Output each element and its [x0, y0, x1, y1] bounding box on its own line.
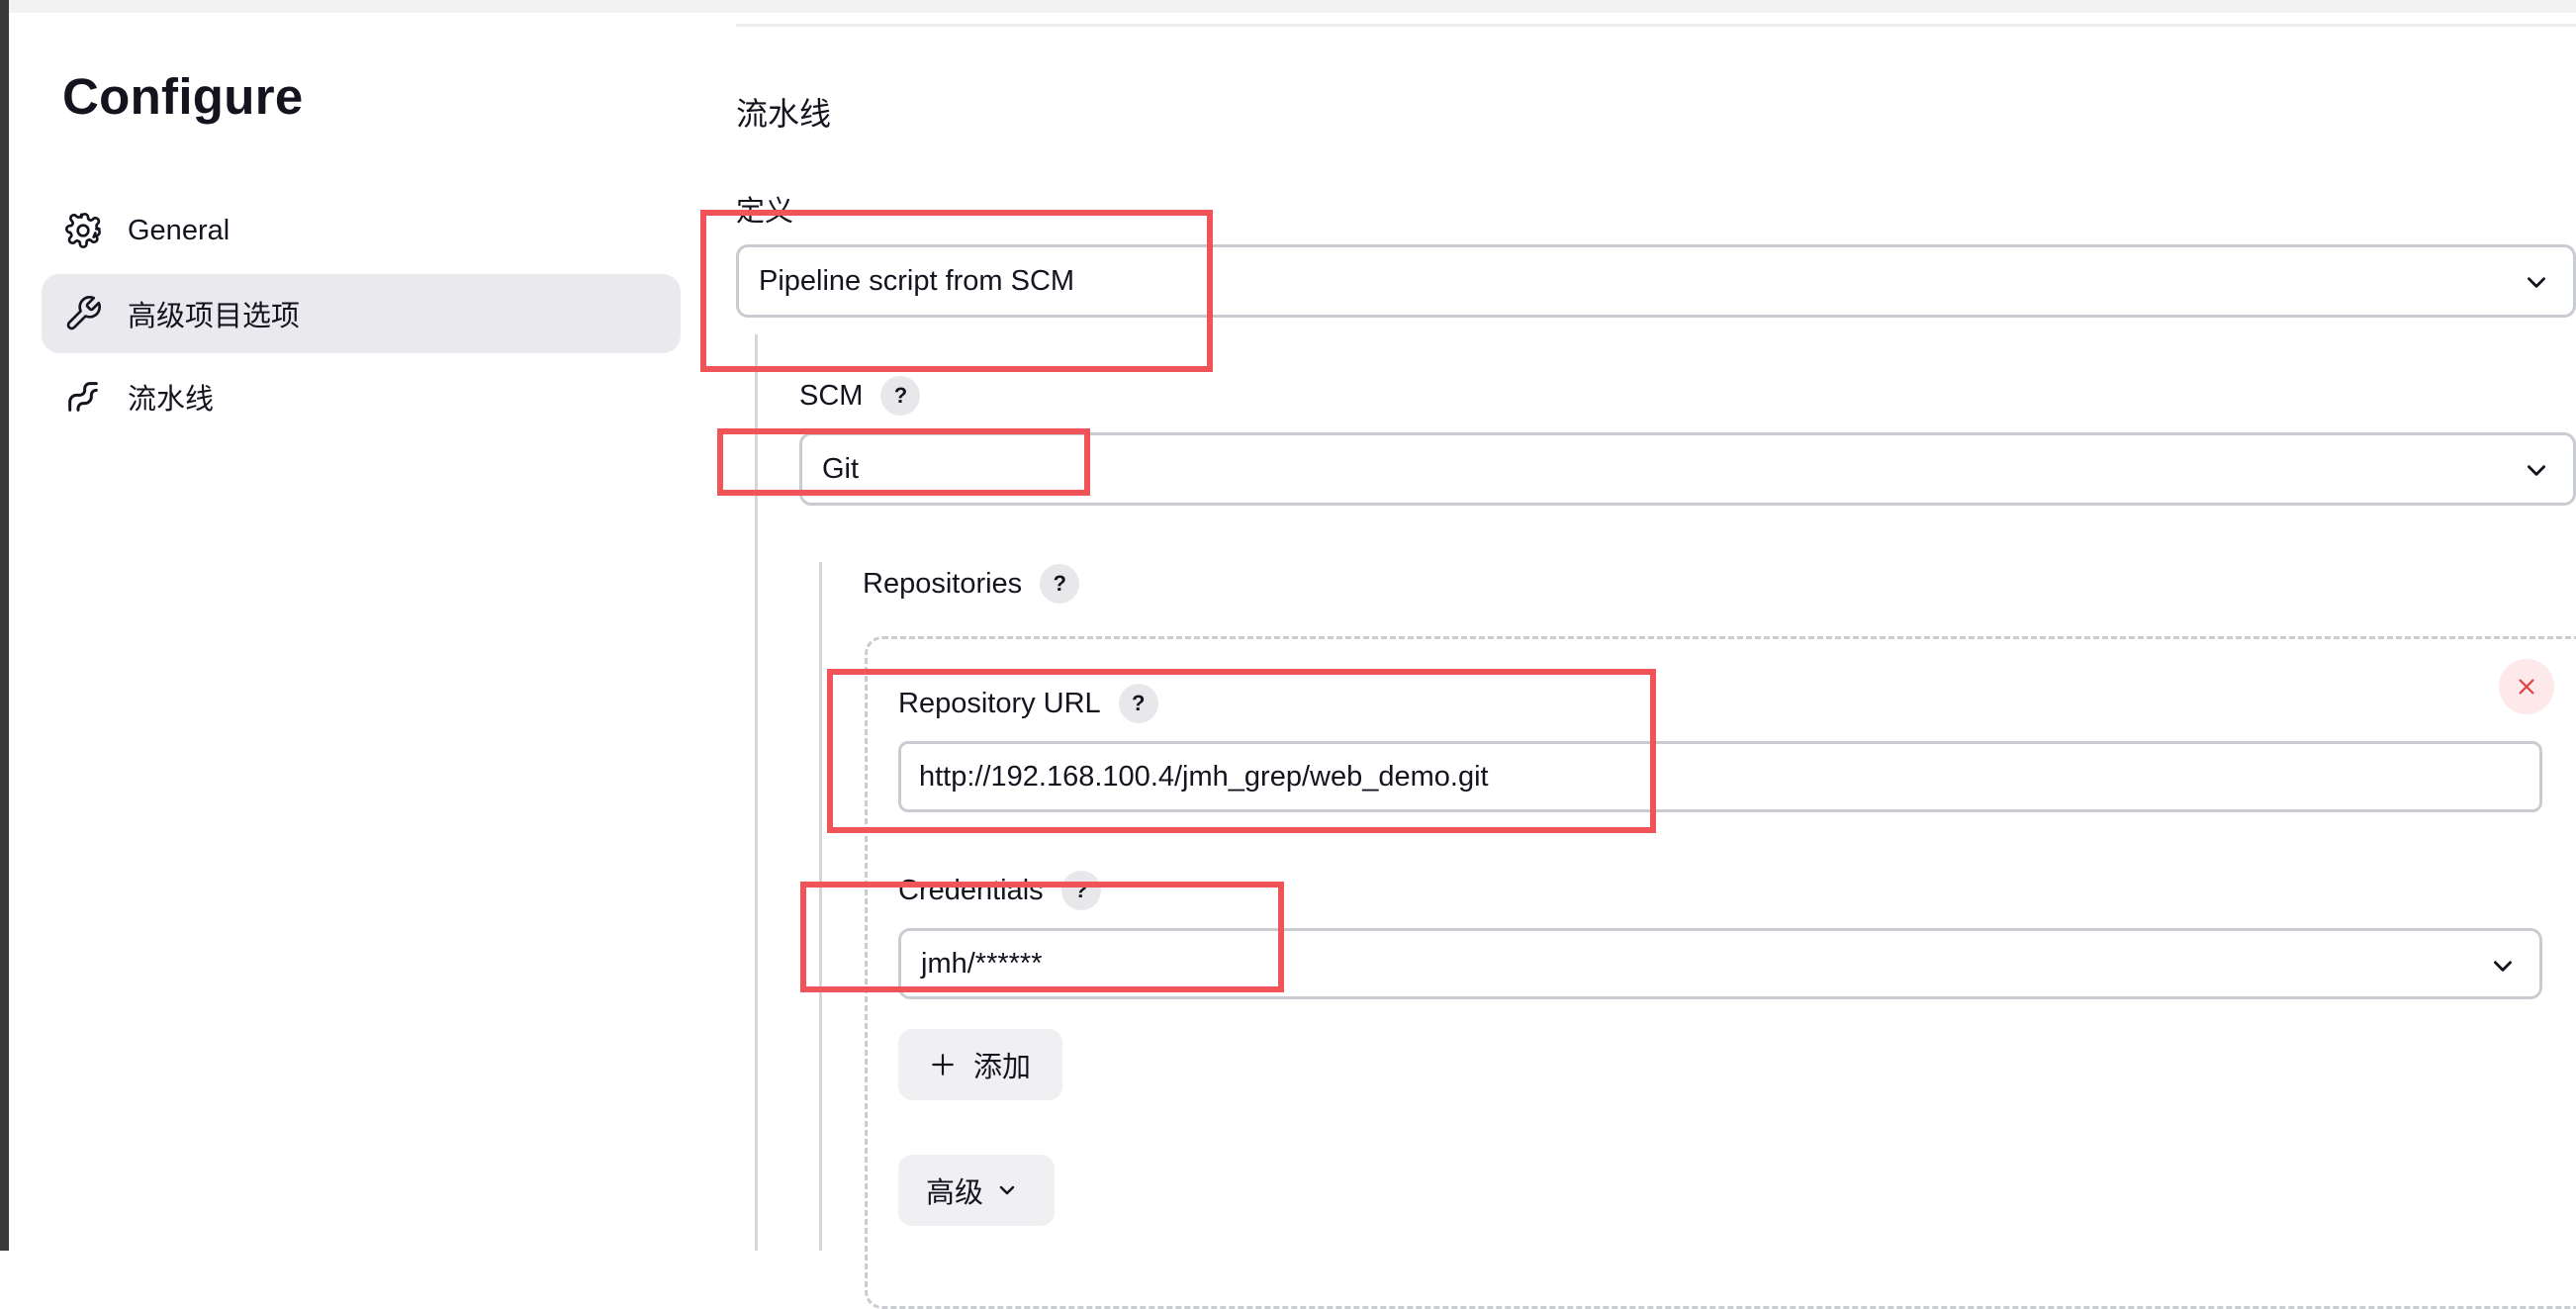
pipeline-icon — [68, 382, 98, 412]
scm-label: SCM ? — [799, 376, 921, 416]
add-credentials-button[interactable]: 添加 — [898, 1029, 1062, 1100]
close-icon — [2519, 679, 2534, 695]
repositories-label-text: Repositories — [863, 567, 1023, 600]
credentials-select-value: jmh/****** — [921, 947, 1043, 980]
sidebar-item-general[interactable]: General — [42, 191, 681, 270]
window-edge — [0, 0, 9, 1251]
credentials-label-text: Credentials — [898, 874, 1044, 906]
chevron-down-icon — [999, 1185, 1015, 1195]
scm-select-value: Git — [822, 452, 860, 485]
credentials-select[interactable]: jmh/****** — [898, 928, 2542, 999]
add-button-label: 添加 — [973, 1052, 1032, 1083]
top-bar — [9, 0, 2576, 13]
repository-url-input[interactable] — [898, 741, 2542, 812]
sidebar-item-label: 流水线 — [128, 384, 215, 416]
nested-guide-line — [755, 334, 758, 1251]
definition-label-text: 定义 — [736, 196, 794, 228]
page-title: Configure — [62, 68, 304, 125]
repository-url-label: Repository URL ? — [898, 684, 1158, 723]
repository-url-help-button[interactable]: ? — [1118, 684, 1158, 723]
advanced-button[interactable]: 高级 — [898, 1155, 1055, 1226]
repositories-help-button[interactable]: ? — [1040, 564, 1080, 604]
repositories-label: Repositories ? — [863, 564, 1080, 604]
plus-icon — [932, 1054, 954, 1075]
sidebar-item-pipeline[interactable]: 流水线 — [42, 357, 681, 436]
delete-repository-button[interactable] — [2499, 659, 2554, 714]
gear-icon — [65, 213, 101, 248]
sidebar-item-label: General — [128, 214, 230, 246]
divider — [736, 24, 2576, 27]
repository-url-label-text: Repository URL — [898, 687, 1101, 719]
nested-guide-line — [819, 562, 822, 1251]
chevron-down-icon — [2528, 465, 2545, 476]
scm-label-text: SCM — [799, 379, 864, 412]
definition-select-value: Pipeline script from SCM — [759, 264, 1075, 297]
scm-help-button[interactable]: ? — [880, 376, 921, 416]
chevron-down-icon — [2494, 961, 2512, 972]
credentials-label: Credentials ? — [898, 871, 1101, 910]
definition-label: 定义 — [736, 188, 793, 230]
sidebar-item-advanced-options[interactable]: 高级项目选项 — [42, 274, 681, 353]
scm-select[interactable]: Git — [799, 432, 2576, 506]
wrench-icon — [66, 296, 101, 330]
definition-select[interactable]: Pipeline script from SCM — [736, 244, 2576, 318]
section-title: 流水线 — [736, 96, 832, 132]
chevron-down-icon — [2528, 277, 2545, 288]
advanced-button-label: 高级 — [926, 1177, 984, 1209]
sidebar-item-label: 高级项目选项 — [128, 301, 301, 332]
credentials-help-button[interactable]: ? — [1060, 871, 1101, 910]
